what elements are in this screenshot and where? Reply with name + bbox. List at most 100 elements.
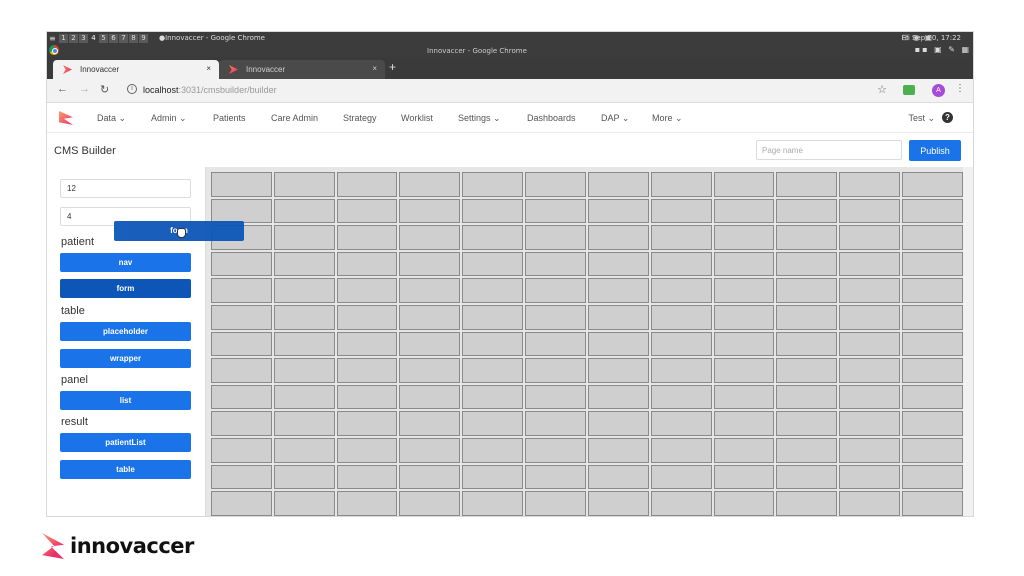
component-list-button[interactable]: list <box>60 391 191 410</box>
grid-cell[interactable] <box>525 358 586 383</box>
component-table-button[interactable]: table <box>60 460 191 479</box>
grid-cell[interactable] <box>525 464 586 490</box>
grid-cell[interactable] <box>713 491 775 516</box>
grid-cell[interactable] <box>462 304 524 330</box>
grid-cell[interactable] <box>462 358 524 383</box>
grid-cell[interactable] <box>839 278 901 303</box>
grid-cell[interactable] <box>650 278 712 303</box>
grid-cell[interactable] <box>587 251 649 277</box>
grid-cell[interactable] <box>776 331 838 357</box>
grid-cell[interactable] <box>211 464 272 490</box>
grid-cell[interactable] <box>211 384 272 410</box>
grid-cell[interactable] <box>336 437 398 463</box>
grid-cell[interactable] <box>525 172 586 197</box>
window-controls-icon[interactable]: ▪▪ ▣ ✎ ▦ <box>915 45 971 54</box>
grid-cell[interactable] <box>336 278 398 303</box>
grid-cell[interactable] <box>336 225 398 250</box>
grid-cell[interactable] <box>902 225 963 250</box>
profile-avatar[interactable]: A <box>932 84 945 97</box>
grid-cell[interactable] <box>211 251 272 277</box>
grid-cell[interactable] <box>839 411 901 436</box>
grid-cell[interactable] <box>587 198 649 224</box>
grid-cell[interactable] <box>839 198 901 224</box>
grid-cell[interactable] <box>462 172 524 197</box>
grid-cell[interactable] <box>462 225 524 250</box>
grid-cell[interactable] <box>525 304 586 330</box>
grid-cell[interactable] <box>839 172 901 197</box>
grid-cell[interactable] <box>211 304 272 330</box>
grid-cell[interactable] <box>211 278 272 303</box>
workspace-9[interactable]: 9 <box>139 34 148 43</box>
grid-cell[interactable] <box>525 278 586 303</box>
grid-cell[interactable] <box>776 384 838 410</box>
grid-cell[interactable] <box>273 172 335 197</box>
grid-cell[interactable] <box>336 304 398 330</box>
grid-cell[interactable] <box>902 384 963 410</box>
nav-item-dap[interactable]: DAP ⌄ <box>601 113 629 124</box>
grid-cell[interactable] <box>336 198 398 224</box>
nav-item-care-admin[interactable]: Care Admin <box>271 113 318 123</box>
grid-cell[interactable] <box>902 331 963 357</box>
browser-tab-inactive[interactable]: Innovaccer × <box>219 60 385 79</box>
grid-cell[interactable] <box>399 278 461 303</box>
grid-cell[interactable] <box>273 304 335 330</box>
grid-cell[interactable] <box>902 304 963 330</box>
grid-cell[interactable] <box>462 491 524 516</box>
grid-cell[interactable] <box>902 358 963 383</box>
grid-cell[interactable] <box>776 304 838 330</box>
tab-close-icon[interactable]: × <box>372 64 377 73</box>
grid-cell[interactable] <box>650 304 712 330</box>
grid-cell[interactable] <box>273 411 335 436</box>
grid-cell[interactable] <box>525 198 586 224</box>
grid-cell[interactable] <box>211 491 272 516</box>
address-bar[interactable]: localhost:3031/cmsbuilder/builder <box>143 85 277 95</box>
reload-icon[interactable]: ↻ <box>100 83 109 96</box>
grid-cell[interactable] <box>902 464 963 490</box>
page-name-input[interactable] <box>756 140 902 160</box>
component-nav-button[interactable]: nav <box>60 253 191 272</box>
workspace-3[interactable]: 3 <box>79 34 88 43</box>
grid-cell[interactable] <box>211 437 272 463</box>
grid-cell[interactable] <box>902 198 963 224</box>
grid-cell[interactable] <box>399 491 461 516</box>
grid-cell[interactable] <box>650 358 712 383</box>
grid-cell[interactable] <box>336 331 398 357</box>
grid-cell[interactable] <box>587 411 649 436</box>
grid-cell[interactable] <box>587 464 649 490</box>
grid-cell[interactable] <box>650 437 712 463</box>
grid-cell[interactable] <box>587 278 649 303</box>
grid-cell[interactable] <box>650 225 712 250</box>
grid-cell[interactable] <box>273 464 335 490</box>
canvas-scrollbar[interactable] <box>963 167 973 516</box>
grid-cell[interactable] <box>273 358 335 383</box>
grid-cell[interactable] <box>273 437 335 463</box>
grid-cell[interactable] <box>650 331 712 357</box>
new-tab-button[interactable]: + <box>389 60 396 74</box>
grid-columns-input[interactable] <box>60 179 191 198</box>
grid-cell[interactable] <box>902 437 963 463</box>
nav-item-strategy[interactable]: Strategy <box>343 113 377 123</box>
grid-cell[interactable] <box>587 358 649 383</box>
grid-cell[interactable] <box>399 437 461 463</box>
grid-cell[interactable] <box>462 331 524 357</box>
grid-cell[interactable] <box>650 464 712 490</box>
grid-cell[interactable] <box>273 278 335 303</box>
grid-cell[interactable] <box>211 358 272 383</box>
component-placeholder-button[interactable]: placeholder <box>60 322 191 341</box>
grid-cell[interactable] <box>839 304 901 330</box>
grid-cell[interactable] <box>713 172 775 197</box>
grid-cell[interactable] <box>336 411 398 436</box>
grid-cell[interactable] <box>713 225 775 250</box>
grid-cell[interactable] <box>713 437 775 463</box>
grid-cell[interactable] <box>839 331 901 357</box>
help-icon[interactable]: ? <box>942 112 953 123</box>
component-form-button[interactable]: form <box>60 279 191 298</box>
grid-cell[interactable] <box>587 384 649 410</box>
grid-cell[interactable] <box>462 464 524 490</box>
grid-cell[interactable] <box>525 384 586 410</box>
grid-cell[interactable] <box>525 225 586 250</box>
grid-cell[interactable] <box>273 384 335 410</box>
grid-cell[interactable] <box>399 304 461 330</box>
workspace-1[interactable]: 1 <box>59 34 68 43</box>
component-wrapper-button[interactable]: wrapper <box>60 349 191 368</box>
